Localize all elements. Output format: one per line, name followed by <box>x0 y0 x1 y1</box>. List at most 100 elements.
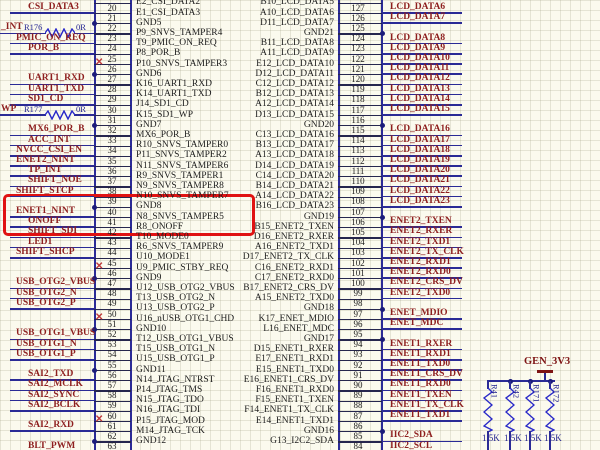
resistor-value[interactable]: 1.5K <box>482 433 500 443</box>
net-label-left[interactable]: ACC_INT <box>28 135 70 145</box>
series-resistor[interactable] <box>45 110 75 120</box>
net-wire-right <box>382 420 462 422</box>
net-label-left[interactable]: USB_OTG1_P <box>16 349 76 359</box>
net-label-left[interactable]: USB_OTG1_N <box>16 339 77 349</box>
net-label-right[interactable]: ENET1_TX_CLK <box>390 400 464 410</box>
pin-number-right: 90 <box>339 380 377 390</box>
power-net-label[interactable]: GEN_3V3 <box>524 356 570 367</box>
net-label-right[interactable]: LCD_DATA23 <box>390 196 450 206</box>
net-label-left[interactable]: POR_B <box>28 43 59 53</box>
resistor-value[interactable]: 1.5K <box>504 433 522 443</box>
net-label-left[interactable]: NVCC_CSI_EN <box>16 145 82 155</box>
net-label-right[interactable]: IIC2_SDA <box>390 430 433 440</box>
net-label-right[interactable]: ENET2_RXD0 <box>390 267 451 277</box>
net-label-left[interactable]: USB_OTG2_N <box>16 288 77 298</box>
net-label-right[interactable]: IIC2_SCL <box>390 441 432 450</box>
net-label-left[interactable]: SAI2_SYNC <box>28 390 79 400</box>
net-label-left[interactable]: CSI_DATA3 <box>28 2 79 12</box>
net-label-right[interactable]: ENET2_TXD0 <box>390 288 450 298</box>
net-label-right[interactable]: LCD_DATA22 <box>390 186 450 196</box>
pin-number-left: 36 <box>95 166 129 176</box>
net-label-left[interactable]: SAI2_MCLK <box>28 379 83 389</box>
pin-number-right: 114 <box>339 135 377 145</box>
net-label-left[interactable]: SHIFT_STCP <box>16 186 74 196</box>
net-label-left[interactable]: UART1_RXD <box>28 73 85 83</box>
pin-number-left: 28 <box>95 84 129 94</box>
net-label-left[interactable]: SAI2_RXD <box>28 420 74 430</box>
resistor-value[interactable]: 1.5K <box>544 433 562 443</box>
resistor-value[interactable]: 1.5K <box>524 433 542 443</box>
net-label-right[interactable]: LCD_DATA7 <box>390 12 445 22</box>
net-label-left[interactable]: USB_OTG2_P <box>16 298 76 308</box>
net-label-left[interactable]: LED1 <box>28 237 52 247</box>
net-label-right[interactable]: ENET2_TX_CLK <box>390 247 464 257</box>
net-label-left[interactable]: MX6_POR_B <box>28 124 84 134</box>
resistor-designator[interactable]: R42 <box>512 384 521 414</box>
net-label-right[interactable]: LCD_DATA19 <box>390 155 450 165</box>
net-label-left[interactable]: _INT <box>1 22 23 32</box>
net-label-left[interactable]: WP <box>1 104 16 114</box>
net-label-right[interactable]: LCD_DATA18 <box>390 145 450 155</box>
resistor-value[interactable]: 0R <box>76 22 86 32</box>
net-label-left[interactable]: SHIFT_SDI <box>28 226 77 236</box>
pin-number-right: 118 <box>339 94 377 104</box>
net-label-right[interactable]: ENET_MDIO <box>390 308 448 318</box>
net-label-right[interactable]: LCD_DATA8 <box>390 33 445 43</box>
net-label-left[interactable]: ENET1_NINT <box>16 206 75 216</box>
net-label-left[interactable]: USB_OTG1_VBUS <box>16 328 95 338</box>
net-label-right[interactable]: ENET2_TXEN <box>390 216 452 226</box>
resistor-designator[interactable]: R177 <box>24 104 42 114</box>
net-label-left[interactable]: SAI2_BCLK <box>28 400 80 410</box>
net-label-right[interactable]: LCD_DATA15 <box>390 104 450 114</box>
net-label-right[interactable]: ENET1_RXER <box>390 339 452 349</box>
net-label-right[interactable]: LCD_DATA13 <box>390 84 450 94</box>
net-label-right[interactable]: LCD_DATA21 <box>390 175 450 185</box>
resistor-designator[interactable]: R171 <box>532 384 541 414</box>
net-label-right[interactable]: LCD_DATA10 <box>390 53 450 63</box>
net-label-right[interactable]: ENET2_RXER <box>390 226 452 236</box>
net-label-left[interactable]: USB_OTG2_VBUS <box>16 277 95 287</box>
pin-number-left: 37 <box>95 176 129 186</box>
pin-number-left: 20 <box>95 3 129 13</box>
pin-number-left: 46 <box>95 268 129 278</box>
net-label-right[interactable]: LCD_DATA12 <box>390 73 450 83</box>
resistor-designator[interactable]: R172 <box>552 384 561 414</box>
resistor-designator[interactable]: R41 <box>490 384 499 414</box>
net-label-left[interactable]: SHIFT_SHCP <box>16 247 75 257</box>
net-label-right[interactable]: ENET2_CRS_DV <box>390 277 463 287</box>
pin-number-right: 84 <box>339 441 377 450</box>
pin-number-right: 101 <box>339 268 377 278</box>
net-label-right[interactable]: ENET_MDC <box>390 318 443 328</box>
net-label-right[interactable]: ENET1_TXD1 <box>390 410 450 420</box>
resistor-designator[interactable]: R176 <box>24 22 42 32</box>
resistor-value[interactable]: 0R <box>76 104 86 114</box>
net-label-right[interactable]: LCD_DATA14 <box>390 94 450 104</box>
net-label-left[interactable]: PMIC_ON_REQ <box>16 33 86 43</box>
net-label-right[interactable]: ENET1_TXD0 <box>390 359 450 369</box>
net-label-right[interactable]: ENET1_RXD1 <box>390 349 451 359</box>
net-label-left[interactable]: SAI2_TXD <box>28 369 73 379</box>
net-label-right[interactable]: ENET1_RXD0 <box>390 379 451 389</box>
net-label-right[interactable]: ENET1_TXEN <box>390 390 452 400</box>
net-label-left[interactable]: BLT_PWM <box>28 441 75 450</box>
net-label-right[interactable]: LCD_DATA9 <box>390 43 445 53</box>
net-label-right[interactable]: LCD_DATA11 <box>390 63 449 73</box>
net-label-left[interactable]: ONOFF <box>28 216 61 226</box>
net-label-left[interactable]: SD1_CD <box>28 94 63 104</box>
net-label-right[interactable]: LCD_DATA16 <box>390 124 450 134</box>
pin-number-right: 98 <box>339 298 377 308</box>
net-label-right[interactable]: LCD_DATA20 <box>390 165 450 175</box>
net-label-left[interactable]: UART1_TXD <box>28 84 84 94</box>
net-label-left[interactable]: ENET2_NINT <box>16 155 75 165</box>
connector-right-border <box>381 0 383 450</box>
net-label-right[interactable]: ENET2_RXD1 <box>390 257 451 267</box>
net-label-right[interactable]: ENET1_CRS_DV <box>390 369 463 379</box>
net-label-right[interactable]: LCD_DATA6 <box>390 2 445 12</box>
net-label-left[interactable]: SHIFT_NOE <box>28 175 82 185</box>
pin-number-left: 31 <box>95 115 129 125</box>
pin-number-right: 100 <box>339 278 377 288</box>
pin-number-left: 26 <box>95 64 129 74</box>
net-label-right[interactable]: ENET2_TXD1 <box>390 237 450 247</box>
net-label-right[interactable]: LCD_DATA17 <box>390 135 450 145</box>
net-label-left[interactable]: TP_INT <box>28 165 62 175</box>
